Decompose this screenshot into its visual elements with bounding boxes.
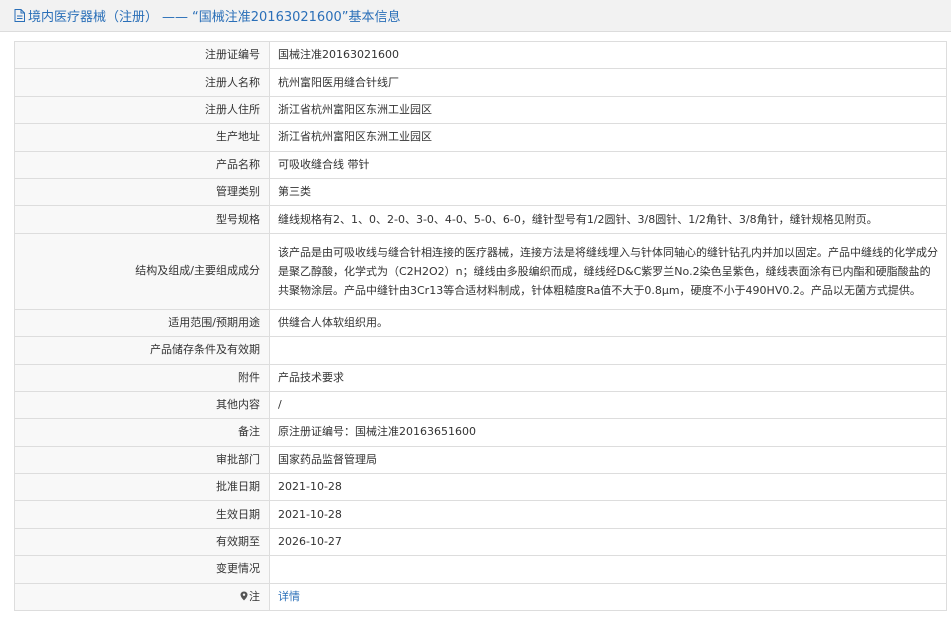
row-value-registration-number: 国械注准20163021600 — [269, 40, 947, 70]
row-label-product-name: 产品名称 — [14, 150, 270, 179]
row-value-attachment: 产品技术要求 — [269, 363, 947, 392]
row-label-approval-date: 批准日期 — [14, 473, 270, 502]
table-row: 有效期至 2026-10-27 — [14, 527, 947, 557]
page-header: 境内医疗器械（注册） —— “国械注准20163021600”基本信息 — [0, 0, 951, 32]
row-value-intended-use: 供缝合人体软组织用。 — [269, 308, 947, 338]
table-row: 生产地址 浙江省杭州富阳区东洲工业园区 — [14, 123, 947, 152]
title-category: 境内医疗器械（注册） — [28, 10, 159, 25]
row-value-change-history — [269, 555, 947, 584]
row-label-attachment: 附件 — [14, 363, 270, 392]
row-label-registration-number: 注册证编号 — [14, 40, 270, 70]
table-row: 产品储存条件及有效期 — [14, 336, 947, 365]
table-row: 注册人住所 浙江省杭州富阳区东洲工业园区 — [14, 95, 947, 125]
row-value-model-spec: 缝线规格有2、1、0、2-0、3-0、4-0、5-0、6-0，缝针型号有1/2圆… — [269, 205, 947, 234]
table-row: 批准日期 2021-10-28 — [14, 473, 947, 502]
row-label-effective-date: 生效日期 — [14, 500, 270, 529]
row-label-registrant-address: 注册人住所 — [14, 95, 270, 125]
row-value-note: 详情 — [269, 582, 947, 612]
page-title: 境内医疗器械（注册） —— “国械注准20163021600”基本信息 — [28, 6, 400, 25]
row-label-model-spec: 型号规格 — [14, 205, 270, 234]
table-row: 型号规格 缝线规格有2、1、0、2-0、3-0、4-0、5-0、6-0，缝针型号… — [14, 205, 947, 234]
table-row: 备注 原注册证编号：国械注准20163651600 — [14, 418, 947, 447]
table-row: 其他内容 / — [14, 390, 947, 420]
row-value-management-category: 第三类 — [269, 177, 947, 207]
row-label-note: 注 — [14, 582, 270, 612]
row-label-change-history: 变更情况 — [14, 555, 270, 584]
row-value-structure-composition: 该产品是由可吸收线与缝合针相连接的医疗器械，连接方法是将缝线埋入与针体同轴心的缝… — [269, 232, 947, 310]
table-row: 结构及组成/主要组成成分 该产品是由可吸收线与缝合针相连接的医疗器械，连接方法是… — [14, 232, 947, 310]
row-label-intended-use: 适用范围/预期用途 — [14, 308, 270, 338]
row-label-management-category: 管理类别 — [14, 177, 270, 207]
table-row: 审批部门 国家药品监督管理局 — [14, 445, 947, 475]
row-label-valid-until: 有效期至 — [14, 527, 270, 557]
details-link[interactable]: 详情 — [278, 590, 300, 603]
title-suffix: 基本信息 — [348, 10, 401, 25]
table-row: 管理类别 第三类 — [14, 177, 947, 207]
document-icon — [14, 9, 25, 22]
table-row: 注册证编号 国械注准20163021600 — [14, 40, 947, 70]
note-label-text: 注 — [249, 589, 260, 603]
row-value-production-address: 浙江省杭州富阳区东洲工业园区 — [269, 123, 947, 152]
row-label-structure-composition: 结构及组成/主要组成成分 — [14, 232, 270, 310]
row-value-approval-date: 2021-10-28 — [269, 473, 947, 502]
row-value-effective-date: 2021-10-28 — [269, 500, 947, 529]
row-value-product-name: 可吸收缝合线 带针 — [269, 150, 947, 179]
location-pin-icon — [240, 591, 248, 601]
row-label-other-content: 其他内容 — [14, 390, 270, 420]
table-row: 生效日期 2021-10-28 — [14, 500, 947, 529]
registration-info-table: 注册证编号 国械注准20163021600 注册人名称 杭州富阳医用缝合针线厂 … — [14, 40, 947, 612]
table-row: 产品名称 可吸收缝合线 带针 — [14, 150, 947, 179]
row-label-remarks: 备注 — [14, 418, 270, 447]
table-row: 注册人名称 杭州富阳医用缝合针线厂 — [14, 68, 947, 97]
row-value-remarks: 原注册证编号：国械注准20163651600 — [269, 418, 947, 447]
row-value-registrant-address: 浙江省杭州富阳区东洲工业园区 — [269, 95, 947, 125]
table-row: 附件 产品技术要求 — [14, 363, 947, 392]
title-registration-number: “国械注准20163021600” — [192, 10, 349, 25]
row-label-production-address: 生产地址 — [14, 123, 270, 152]
row-value-valid-until: 2026-10-27 — [269, 527, 947, 557]
table-row: 注 详情 — [14, 582, 947, 612]
row-label-storage-validity: 产品储存条件及有效期 — [14, 336, 270, 365]
row-value-other-content: / — [269, 390, 947, 420]
row-label-approval-department: 审批部门 — [14, 445, 270, 475]
row-value-storage-validity — [269, 336, 947, 365]
table-row: 变更情况 — [14, 555, 947, 584]
table-row: 适用范围/预期用途 供缝合人体软组织用。 — [14, 308, 947, 338]
title-separator: —— — [162, 10, 189, 25]
row-label-registrant-name: 注册人名称 — [14, 68, 270, 97]
row-value-registrant-name: 杭州富阳医用缝合针线厂 — [269, 68, 947, 97]
row-value-approval-department: 国家药品监督管理局 — [269, 445, 947, 475]
